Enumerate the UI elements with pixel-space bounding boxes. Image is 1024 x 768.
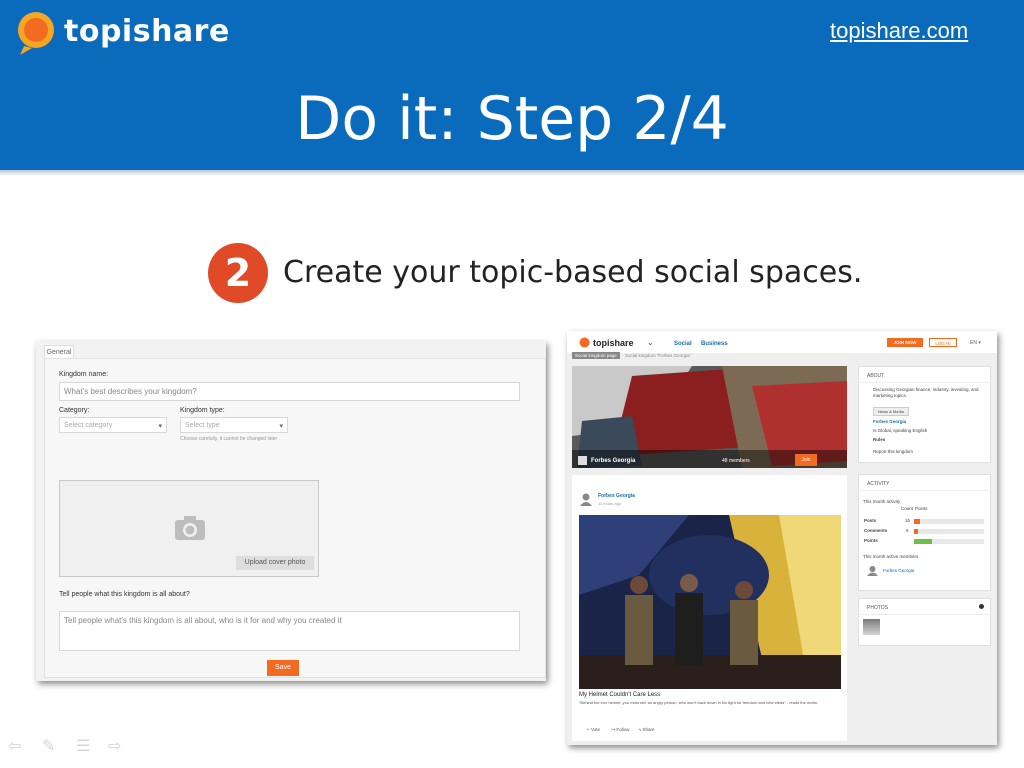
activity-card: ACTIVITY This month activity Count Point… (858, 474, 992, 591)
language-selector[interactable]: EN ▾ (970, 340, 981, 346)
activity-bar-track (914, 539, 984, 544)
kingdom-page-brand[interactable]: topishare (593, 338, 634, 348)
user-avatar-icon (580, 493, 592, 506)
topishare-logo-icon (579, 337, 590, 348)
category-tag[interactable]: News & Media (873, 407, 909, 416)
divider (859, 614, 992, 615)
activity-subheading: This month activity (863, 499, 901, 504)
post-author[interactable]: Forbes Georgia (598, 493, 635, 499)
photos-heading: PHOTOS (867, 605, 889, 611)
vote-action[interactable]: Vote (591, 727, 600, 732)
share-action[interactable]: Share (642, 727, 654, 732)
divider (859, 382, 992, 383)
kingdom-type-select[interactable]: Select type ▾ (180, 417, 288, 433)
nav-social[interactable]: Social (674, 341, 692, 347)
kingdom-avatar (578, 456, 587, 465)
about-heading: ABOUT (867, 373, 885, 379)
band-photo-image (579, 515, 841, 689)
post-timestamp: 11 hours ago (598, 501, 622, 506)
post-card: Forbes Georgia 11 hours ago My Helmet Co… (572, 475, 847, 741)
activity-bar-track (914, 529, 984, 534)
follow-icon: ↪ (611, 727, 616, 732)
kingdom-name-input[interactable]: What's best describes your kingdom? (59, 382, 520, 401)
brand-name: topishare (64, 14, 230, 49)
activity-row-label: Comments (864, 528, 888, 533)
topishare-logo-icon (18, 12, 54, 55)
activity-bar-fill (914, 529, 919, 534)
active-members-label: This month active members (863, 554, 919, 559)
banner-members-count[interactable]: 48 members (722, 458, 750, 464)
follow-action[interactable]: Follow (616, 727, 629, 732)
activity-heading: ACTIVITY (867, 481, 890, 487)
post-excerpt: "Behind the iron helmet, you must see an… (579, 700, 819, 705)
banner-kingdom-name: Forbes Georgia (591, 458, 636, 464)
camera-icon (175, 516, 205, 540)
join-now-button[interactable]: JOIN NOW (887, 338, 923, 347)
slide-title: Do it: Step 2/4 (295, 84, 729, 154)
user-avatar-icon (867, 566, 878, 576)
category-label: Category: (59, 407, 90, 414)
about-rules[interactable]: Rules (873, 437, 885, 443)
create-kingdom-form-screenshot: General Kingdom name: What's best descri… (36, 341, 546, 681)
activity-col-count: Count (901, 506, 914, 511)
save-button[interactable]: Save (267, 660, 299, 676)
activity-row-count: 15 (905, 518, 911, 523)
report-kingdom-link[interactable]: Report this kingdom (873, 449, 913, 455)
about-description: Discussing Georgian finance, industry, i… (873, 387, 979, 398)
language-code: EN (970, 340, 977, 346)
activity-col-points: Points (915, 506, 928, 511)
banner-join-button[interactable]: Join (795, 454, 817, 466)
activity-row-count: 5 (906, 528, 909, 533)
login-button[interactable]: LOG IN (929, 338, 957, 347)
about-visibility: Is Global, speaking English (873, 428, 928, 433)
breadcrumb-active[interactable]: Social kingdom page (572, 352, 620, 359)
nav-business[interactable]: Business (701, 341, 728, 347)
activity-row-label: Points (864, 538, 878, 543)
cover-photo-area[interactable]: Upload cover photo (59, 480, 319, 577)
category-placeholder: Select category (64, 422, 113, 429)
divider (859, 490, 992, 491)
post-title[interactable]: My Helmet Couldn't Care Less (579, 692, 660, 698)
step-number-badge: 2 (208, 243, 268, 303)
photos-card: PHOTOS (858, 598, 992, 646)
kingdom-name-label: Kingdom name: (59, 371, 109, 378)
about-owner[interactable]: Forbes Georgia (873, 419, 906, 425)
menu-icon[interactable]: ☰ (76, 736, 90, 756)
activity-bar-track (914, 519, 984, 524)
previous-slide-icon[interactable]: ⇦ (8, 736, 21, 756)
share-icon: ⤷ (638, 727, 642, 732)
kingdom-type-label: Kingdom type: (180, 407, 225, 414)
photos-menu-icon[interactable] (979, 604, 984, 609)
breadcrumb: Social kingdom page Social kingdom "Forb… (572, 352, 692, 359)
about-label: Tell people what this kingdom is all abo… (59, 591, 190, 598)
next-slide-icon[interactable]: ⇨ (108, 736, 121, 756)
activity-bar-fill (914, 539, 932, 544)
step-description: Create your topic-based social spaces. (283, 255, 863, 290)
vote-icon: ✦ (586, 727, 590, 732)
photo-thumbnail[interactable] (863, 619, 880, 635)
header-shadow (0, 170, 1024, 176)
post-actions: ✦ Vote ↪ Follow ⤷ Share (586, 727, 654, 733)
breadcrumb-current: Social kingdom "Forbes Georgia" (625, 353, 692, 358)
pen-icon[interactable]: ✎ (42, 736, 55, 756)
magazines-cover-image (572, 366, 847, 468)
chevron-down-icon: ▾ (158, 423, 162, 430)
tab-general[interactable]: General (44, 345, 74, 359)
form-panel: Kingdom name: What's best describes your… (44, 358, 546, 678)
chevron-down-icon: ▾ (279, 423, 283, 430)
about-card: ABOUT Discussing Georgian finance, indus… (858, 366, 992, 463)
about-textarea[interactable]: Tell people what's this kingdom is all a… (59, 611, 520, 651)
category-select[interactable]: Select category ▾ (59, 417, 167, 433)
kingdom-cover-banner: Forbes Georgia 48 members Join (572, 366, 847, 468)
active-member-name[interactable]: Forbes Georgia (883, 568, 914, 574)
post-photo[interactable] (579, 515, 841, 689)
activity-bar-fill (914, 519, 920, 524)
upload-cover-photo-button[interactable]: Upload cover photo (236, 556, 314, 570)
activity-row-label: Posts (864, 518, 877, 523)
kingdom-type-hint: Choose carefully, it cannot be changed l… (180, 436, 278, 442)
kingdom-type-placeholder: Select type (185, 422, 220, 429)
site-link[interactable]: topishare.com (830, 18, 968, 44)
kingdom-page-screenshot: topishare ⌄ Social Business JOIN NOW LOG… (567, 331, 997, 745)
chevron-down-icon[interactable]: ⌄ (647, 338, 654, 347)
